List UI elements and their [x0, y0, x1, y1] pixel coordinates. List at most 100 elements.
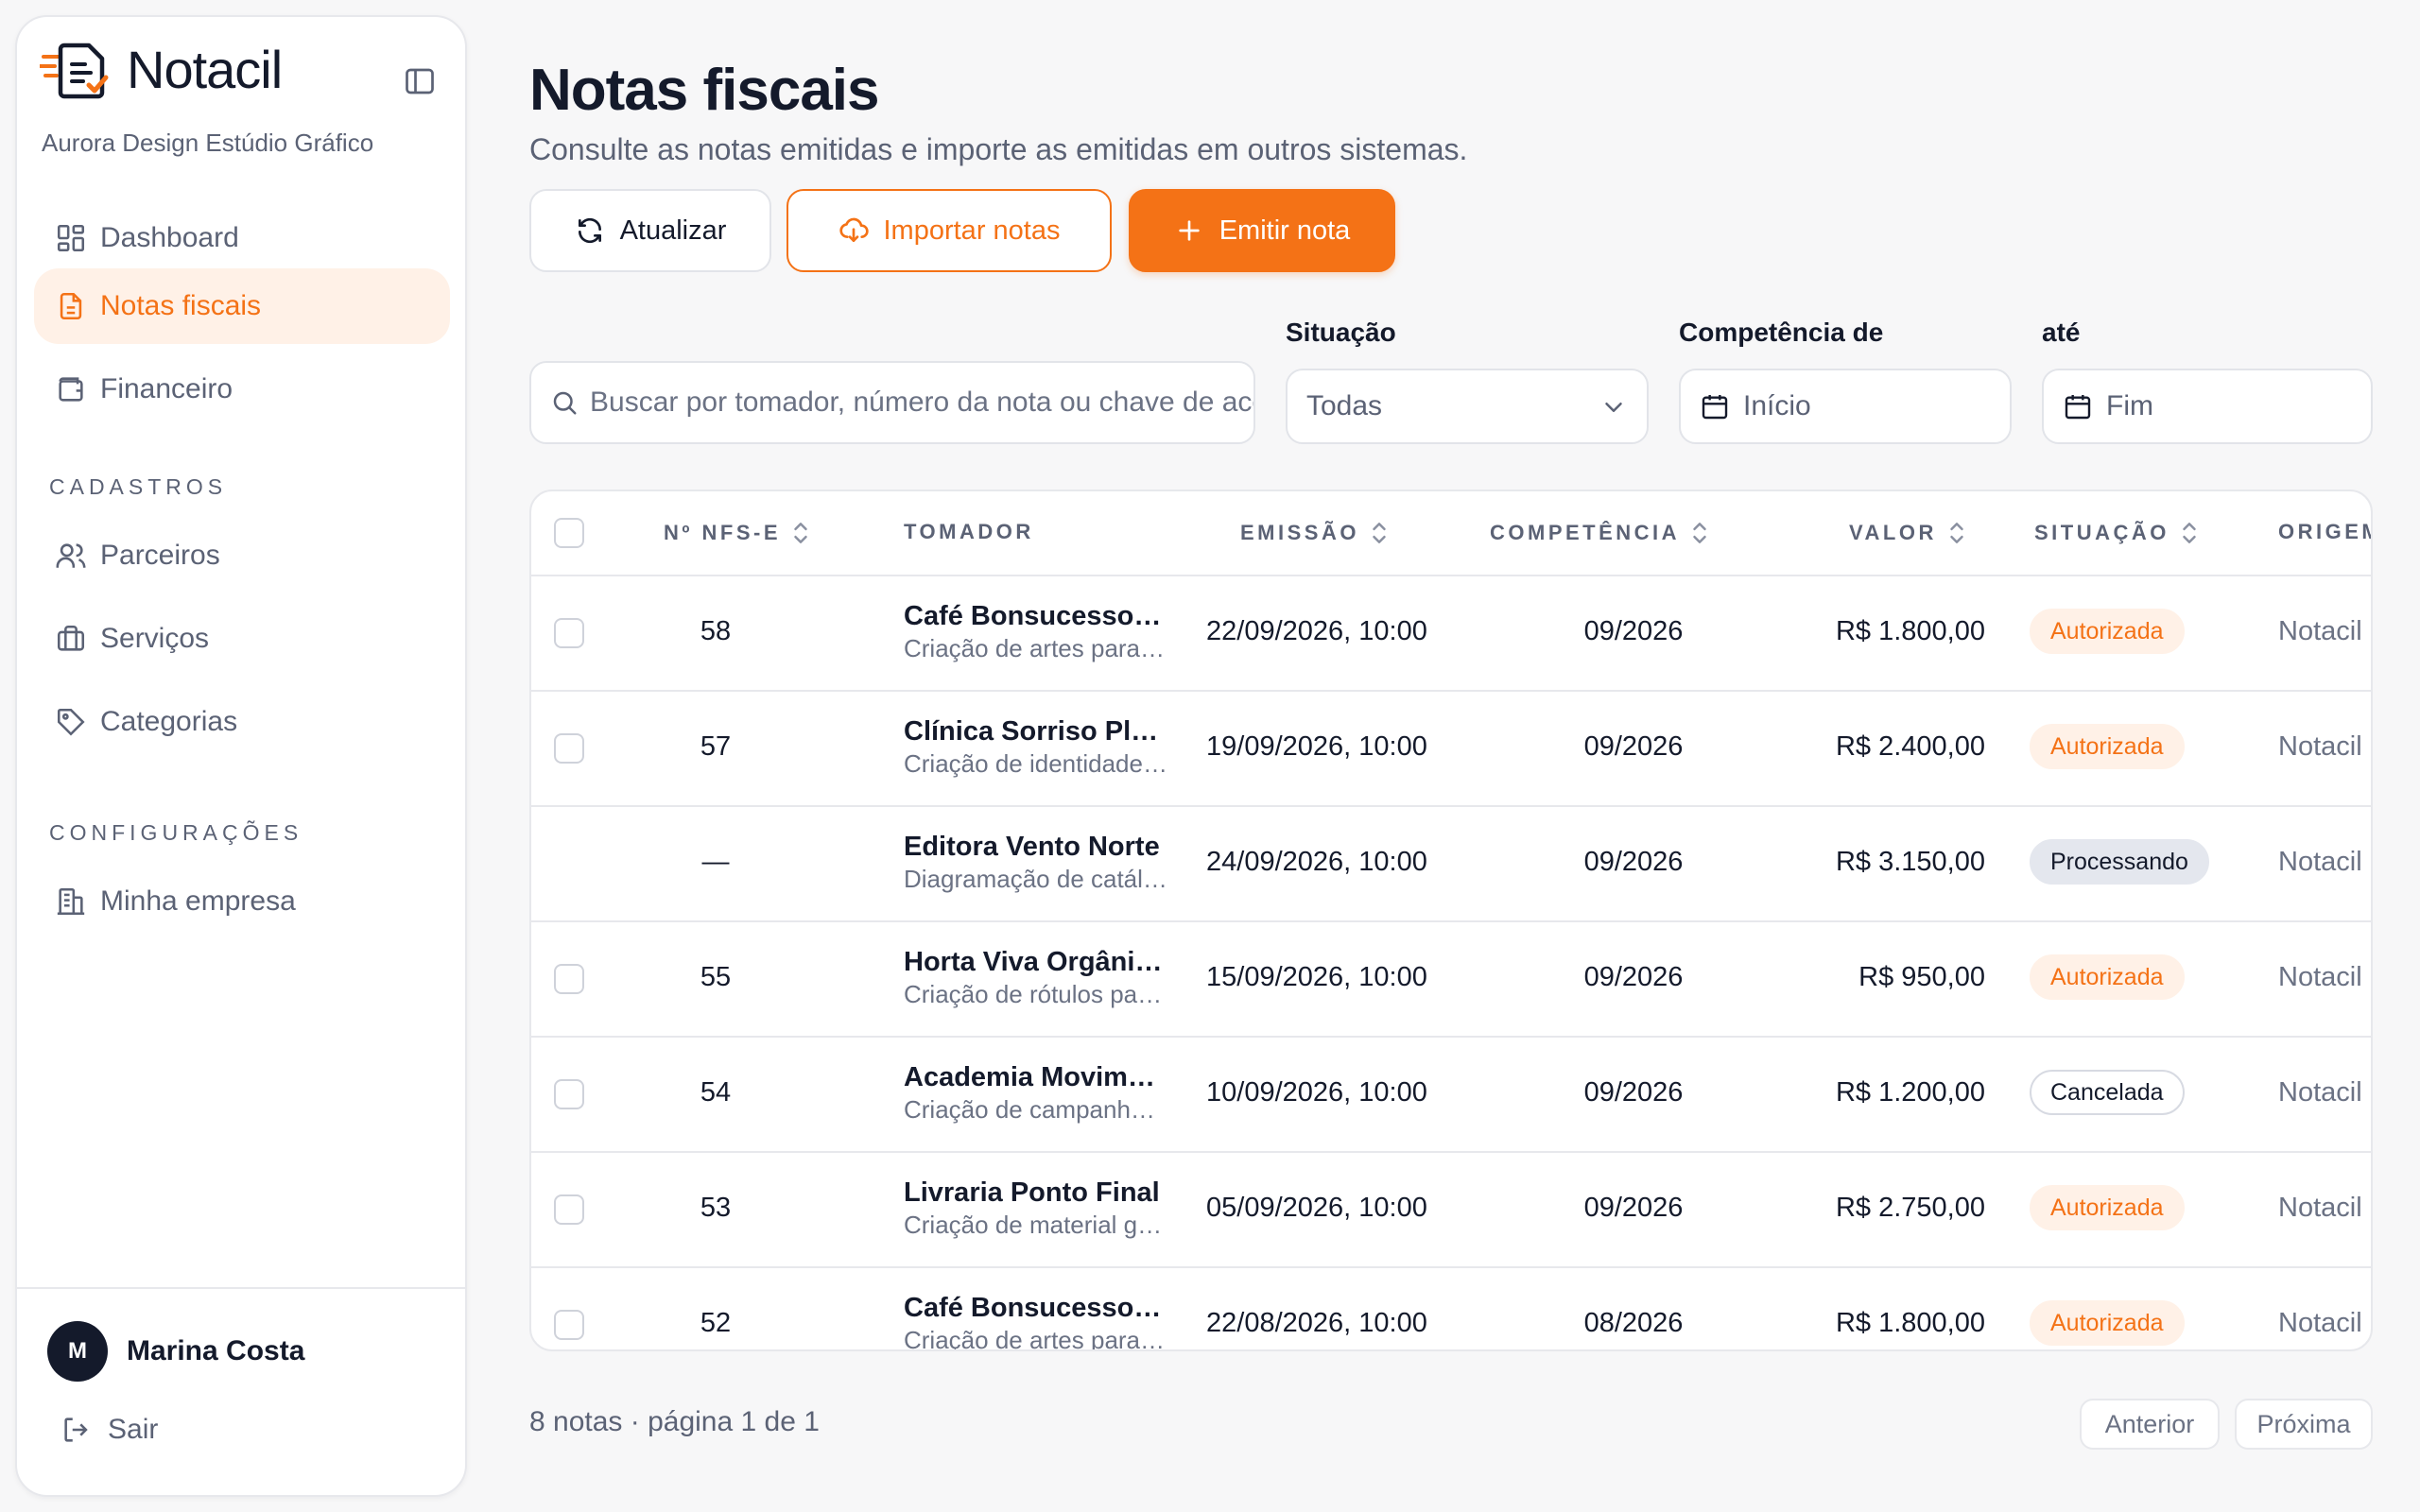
row-checkbox[interactable]	[554, 1194, 584, 1225]
refresh-button[interactable]: Atualizar	[529, 189, 771, 272]
import-button[interactable]: Importar notas	[786, 189, 1112, 272]
column-header-emissao[interactable]: EMISSÃO	[1240, 520, 1390, 546]
chevron-down-icon	[1605, 403, 1622, 412]
calendar-icon	[1702, 395, 1728, 420]
calendar-icon	[2065, 395, 2091, 420]
status-badge: Cancelada	[2030, 1070, 2185, 1115]
column-label: VALOR	[1849, 521, 1937, 544]
situacao-cell: Cancelada	[2030, 1070, 2185, 1115]
column-header-origem: ORIGEM	[2278, 520, 2371, 544]
notacil-logo-icon	[40, 43, 109, 99]
situacao-value: Todas	[1306, 390, 1383, 421]
refresh-label: Atualizar	[619, 215, 727, 246]
search-icon	[553, 391, 577, 415]
dashboard-icon	[57, 224, 85, 252]
situacao-select[interactable]: Todas	[1286, 369, 1649, 444]
sidebar-item-notas-fiscais[interactable]: Notas fiscais	[34, 268, 450, 344]
plus-icon	[1179, 220, 1200, 241]
sort-icon	[1373, 523, 1386, 543]
status-badge: Autorizada	[2030, 609, 2185, 654]
table-row[interactable]: 57 Clínica Sorriso Pleno Criação de identi…	[531, 692, 2371, 807]
row-checkbox[interactable]	[554, 733, 584, 764]
competencia-value: 09/2026	[1583, 1193, 1684, 1223]
briefcase-icon	[57, 625, 85, 651]
users-icon	[56, 543, 86, 568]
competencia-value: 08/2026	[1583, 1308, 1684, 1338]
competencia-end-picker[interactable]: Fim	[2042, 369, 2373, 444]
table-row[interactable]: 55 Horta Viva Orgânicos Criação de rótulos…	[531, 922, 2371, 1038]
row-checkbox[interactable]	[554, 618, 584, 648]
column-label: EMISSÃO	[1240, 521, 1359, 544]
sidebar-item-financeiro[interactable]: Financeiro	[34, 352, 450, 427]
sort-icon	[794, 523, 807, 543]
section-cadastros: CADASTROS	[49, 474, 228, 499]
column-header-competencia[interactable]: COMPETÊNCIA	[1490, 520, 1710, 546]
sidebar-item-parceiros[interactable]: Parceiros	[34, 518, 450, 593]
competencia-value: 09/2026	[1583, 1077, 1684, 1108]
table-row[interactable]: 53 Livraria Ponto Final Criação de materia…	[531, 1153, 2371, 1268]
competencia-value: 09/2026	[1583, 731, 1684, 762]
status-badge: Autorizada	[2030, 954, 2185, 1000]
sort-icon	[2183, 523, 2196, 543]
sidebar-item-dashboard[interactable]: Dashboard	[34, 200, 450, 276]
tomador-description: Criação de artes para redes sociais	[904, 634, 1168, 662]
tomador-cell: Clínica Sorriso Pleno Criação de identida…	[904, 716, 1168, 779]
row-checkbox[interactable]	[554, 1079, 584, 1109]
search-field[interactable]	[529, 361, 1255, 444]
competencia-start-picker[interactable]: Início	[1679, 369, 2012, 444]
sidebar-item-label: Minha empresa	[100, 885, 296, 917]
table-row[interactable]: 52 Café Bonsucesso Ltda Criação de artes p…	[531, 1268, 2371, 1349]
user-profile[interactable]: M Marina Costa	[47, 1321, 304, 1382]
situacao-cell: Autorizada	[2030, 724, 2185, 769]
sidebar-divider	[17, 1287, 465, 1289]
origem-value: Notacil	[2278, 731, 2362, 762]
competencia-value: 09/2026	[1583, 847, 1684, 877]
tomador-name: Editora Vento Norte	[904, 832, 1160, 862]
table-row[interactable]: 54 Academia Movimento Criação de campanha …	[531, 1038, 2371, 1153]
status-badge: Autorizada	[2030, 1300, 2185, 1346]
tomador-cell: Café Bonsucesso Ltda Criação de artes par…	[904, 1293, 1168, 1349]
column-label: Nº NFS-E	[664, 521, 782, 544]
emissao-date: 24/09/2026, 10:00	[1206, 847, 1427, 877]
valor-amount: R$ 1.200,00	[1835, 1077, 1985, 1108]
sidebar-item-servicos[interactable]: Serviços	[34, 601, 450, 677]
column-header-numero[interactable]: Nº NFS-E	[664, 520, 811, 546]
pagination-summary: 8 notas · página 1 de 1	[529, 1406, 820, 1437]
column-label: SITUAÇÃO	[2034, 521, 2169, 544]
tomador-description: Criação de material gráfico	[904, 1211, 1168, 1239]
select-all-checkbox[interactable]	[554, 518, 584, 548]
brand[interactable]: Notacil	[40, 38, 283, 100]
section-configuracoes: CONFIGURAÇÕES	[49, 820, 303, 845]
page-subtitle: Consulte as notas emitidas e importe as …	[529, 132, 1468, 166]
wallet-icon	[59, 377, 83, 402]
row-checkbox[interactable]	[554, 1310, 584, 1340]
building-icon	[57, 887, 85, 916]
tomador-cell: Horta Viva Orgânicos Criação de rótulos p…	[904, 947, 1168, 1009]
notas-table: Nº NFS-E TOMADOR EMISSÃO COMPETÊNCIA VAL…	[529, 490, 2373, 1351]
table-row[interactable]: — Editora Vento Norte Diagramação de catál…	[531, 807, 2371, 922]
emissao-date: 22/08/2026, 10:00	[1206, 1308, 1427, 1338]
row-checkbox[interactable]	[554, 964, 584, 994]
tomador-cell: Livraria Ponto Final Criação de material …	[904, 1177, 1168, 1240]
tomador-name: Café Bonsucesso Ltda	[904, 1293, 1168, 1323]
emit-button[interactable]: Emitir nota	[1129, 189, 1395, 272]
previous-page-button[interactable]: Anterior	[2080, 1399, 2220, 1450]
tomador-name: Livraria Ponto Final	[904, 1177, 1160, 1208]
origem-value: Notacil	[2278, 616, 2362, 646]
sidebar-item-minha-empresa[interactable]: Minha empresa	[34, 864, 450, 939]
table-row[interactable]: 58 Café Bonsucesso Ltda Criação de artes p…	[531, 576, 2371, 692]
valor-amount: R$ 3.150,00	[1835, 847, 1985, 877]
valor-amount: R$ 2.750,00	[1835, 1193, 1985, 1223]
sidebar-item-categorias[interactable]: Categorias	[34, 684, 450, 760]
emissao-date: 22/09/2026, 10:00	[1206, 616, 1427, 646]
next-page-button[interactable]: Próxima	[2235, 1399, 2373, 1450]
search-input[interactable]	[590, 387, 1253, 419]
tomador-description: Criação de campanha publicitária	[904, 1095, 1168, 1124]
logout-button[interactable]: Sair	[60, 1414, 158, 1446]
app-name: Notacil	[127, 39, 283, 99]
column-header-valor[interactable]: VALOR	[1849, 520, 1967, 546]
sidebar-item-label: Serviços	[100, 623, 210, 654]
sidebar-toggle-icon[interactable]	[403, 64, 437, 98]
tomador-name: Horta Viva Orgânicos	[904, 947, 1168, 977]
column-header-situacao[interactable]: SITUAÇÃO	[2034, 520, 2200, 546]
